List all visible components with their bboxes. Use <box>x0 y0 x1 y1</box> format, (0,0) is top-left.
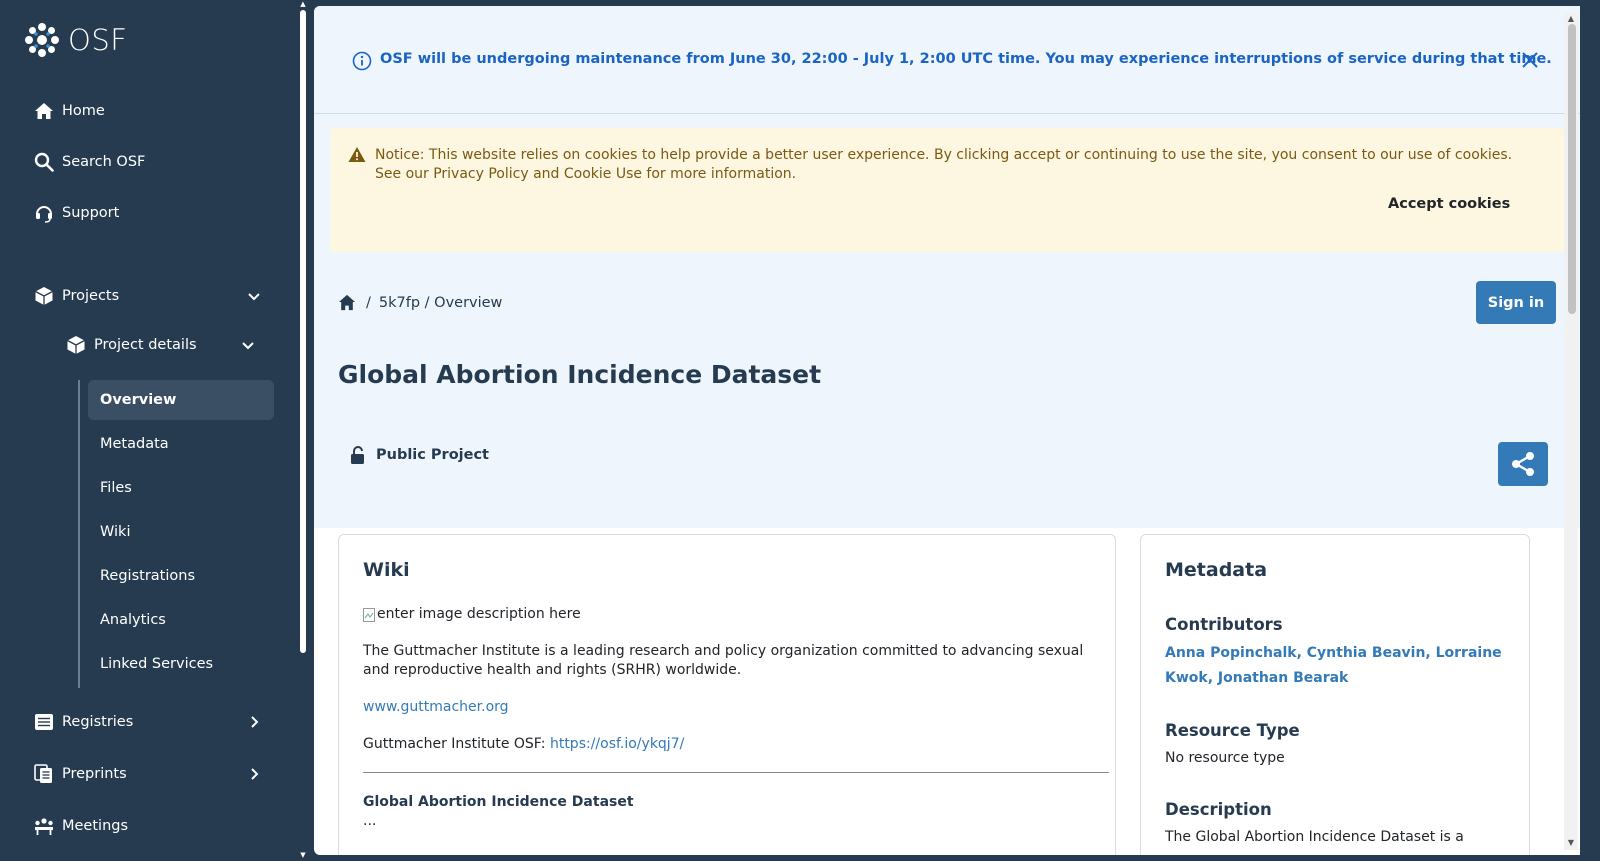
chevron-down-icon <box>242 342 254 350</box>
osf-logo[interactable]: OSF <box>24 22 127 58</box>
share-button[interactable] <box>1498 442 1548 486</box>
cube-icon <box>34 286 54 306</box>
sidebar-item-metadata[interactable]: Metadata <box>88 424 274 464</box>
cube-icon <box>66 335 86 355</box>
nav-preprints[interactable]: Preprints <box>34 764 259 784</box>
logo-text: OSF <box>68 23 128 57</box>
sidebar-scroll-down-icon[interactable]: ▼ <box>300 851 306 859</box>
warning-icon <box>348 147 366 162</box>
nav-meetings[interactable]: Meetings <box>34 816 128 836</box>
sidebar-scroll-up-icon[interactable]: ▲ <box>300 0 306 8</box>
sidebar-item-registrations[interactable]: Registrations <box>88 556 274 596</box>
osf-link[interactable]: https://osf.io/ykqj7/ <box>550 736 684 752</box>
description-value: The Global Abortion Incidence Dataset is… <box>1165 829 1464 845</box>
nav-meetings-label: Meetings <box>62 818 129 834</box>
home-icon <box>34 101 54 121</box>
metadata-title: Metadata <box>1165 559 1268 581</box>
nav-registries-label: Registries <box>62 714 134 730</box>
maintenance-text: OSF will be undergoing maintenance from … <box>380 51 1552 67</box>
home-icon[interactable] <box>338 294 356 311</box>
main-scrollbar-thumb[interactable] <box>1568 24 1576 314</box>
sign-in-button[interactable]: Sign in <box>1476 281 1556 324</box>
sidebar-item-linked-services[interactable]: Linked Services <box>88 644 274 684</box>
nav-projects[interactable]: Projects <box>34 286 260 306</box>
unlock-icon <box>351 446 364 464</box>
nav-search[interactable]: Search OSF <box>34 152 145 172</box>
visibility-label: Public Project <box>376 447 489 463</box>
nav-search-label: Search OSF <box>62 154 146 170</box>
contributors-list[interactable]: Anna Popinchalk, Cynthia Beavin, Lorrain… <box>1165 641 1515 691</box>
wiki-content: enter image description here The Guttmac… <box>363 605 1109 831</box>
nav-project-details[interactable]: Project details <box>66 335 254 355</box>
metadata-card: Metadata Contributors Anna Popinchalk, C… <box>1140 534 1530 855</box>
contributors-label: Contributors <box>1165 615 1283 634</box>
info-icon <box>352 51 372 71</box>
search-icon <box>34 152 54 172</box>
resource-type-label: Resource Type <box>1165 721 1300 740</box>
nav-preprints-label: Preprints <box>62 766 127 782</box>
main-content: OSF will be undergoing maintenance from … <box>314 6 1580 855</box>
chevron-down-icon <box>248 293 260 301</box>
wiki-ellipsis: ... <box>363 813 377 829</box>
breadcrumb-separator: / <box>366 294 371 311</box>
cookie-notice: Notice: This website relies on cookies t… <box>330 128 1564 252</box>
breadcrumb-path[interactable]: 5k7fp / Overview <box>379 295 503 311</box>
osf-label: Guttmacher Institute OSF: <box>363 736 546 752</box>
wiki-subtitle: Global Abortion Incidence Dataset <box>363 794 634 810</box>
accept-cookies-button[interactable]: Accept cookies <box>1388 196 1510 212</box>
nav-support-label: Support <box>62 205 120 221</box>
breadcrumb: / 5k7fp / Overview <box>338 294 502 311</box>
share-icon <box>1512 452 1534 476</box>
sidebar-item-files[interactable]: Files <box>88 468 274 508</box>
sidebar-scrollbar[interactable] <box>300 10 306 653</box>
divider <box>363 772 1109 773</box>
registries-icon <box>34 712 54 732</box>
sidebar-item-wiki[interactable]: Wiki <box>88 512 274 552</box>
submenu-line <box>78 380 80 688</box>
nav-home[interactable]: Home <box>34 101 105 121</box>
wiki-paragraph: The Guttmacher Institute is a leading re… <box>363 643 1084 678</box>
osf-logo-icon <box>25 23 59 57</box>
sidebar-item-analytics[interactable]: Analytics <box>88 600 274 640</box>
wiki-title: Wiki <box>363 559 410 581</box>
nav-registries[interactable]: Registries <box>34 712 259 732</box>
sidebar-item-overview[interactable]: Overview <box>88 380 274 420</box>
chevron-right-icon <box>251 768 259 780</box>
description-label: Description <box>1165 800 1272 819</box>
page-title: Global Abortion Incidence Dataset <box>338 360 822 389</box>
nav-support[interactable]: Support <box>34 203 119 223</box>
wiki-image-alt: enter image description here <box>377 606 581 622</box>
close-icon[interactable] <box>1520 50 1540 70</box>
nav-project-details-label: Project details <box>94 337 197 353</box>
cookie-text: Notice: This website relies on cookies t… <box>375 147 1513 182</box>
scroll-down-icon[interactable]: ▼ <box>1565 838 1577 847</box>
sidebar: OSF Home Search OSF Support Projects Pro… <box>0 0 294 861</box>
public-project-badge: Public Project <box>350 446 489 464</box>
resource-type-value: No resource type <box>1165 750 1285 766</box>
scroll-up-icon[interactable]: ▲ <box>1565 14 1577 23</box>
broken-image-icon <box>363 607 375 622</box>
nav-home-label: Home <box>62 103 105 119</box>
nav-projects-label: Projects <box>62 288 120 304</box>
headset-icon <box>34 203 54 223</box>
maintenance-banner: OSF will be undergoing maintenance from … <box>314 6 1580 114</box>
preprints-icon <box>34 764 54 784</box>
meetings-icon <box>34 816 54 836</box>
guttmacher-link[interactable]: www.guttmacher.org <box>363 699 509 715</box>
chevron-right-icon <box>251 716 259 728</box>
wiki-card: Wiki enter image description here The Gu… <box>338 534 1116 855</box>
